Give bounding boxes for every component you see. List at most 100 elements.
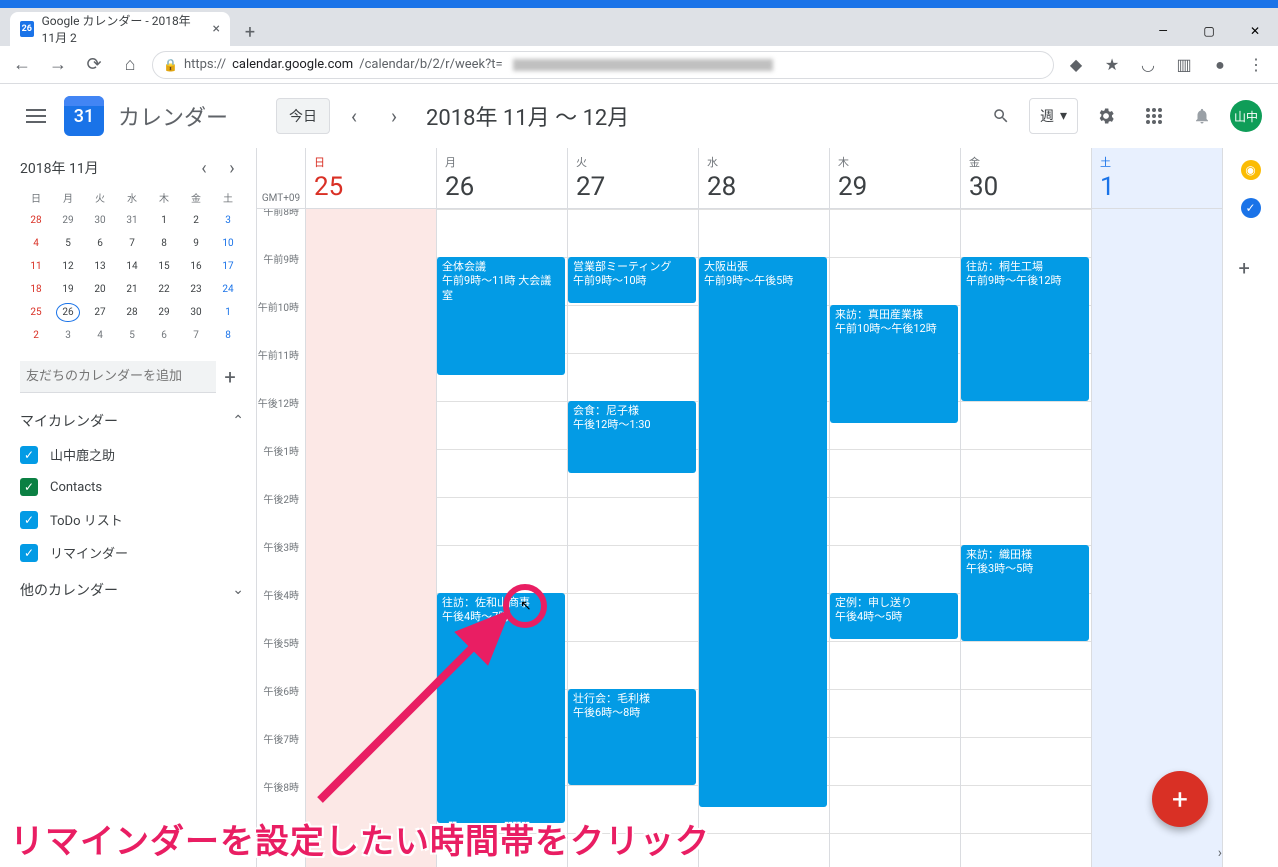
tasks-icon[interactable]: ✓ [1241,198,1261,218]
minical-day[interactable]: 7 [180,324,212,347]
search-icon[interactable] [981,96,1021,136]
user-avatar[interactable]: 山中 [1230,100,1262,132]
minical-day[interactable]: 19 [52,278,84,301]
minical-prev[interactable]: ‹ [192,156,216,180]
forward-button[interactable]: → [44,51,72,79]
minical-day[interactable]: 30 [180,301,212,324]
calendar-event[interactable]: 定例：申し送り午後4時～5時 [830,593,958,639]
minical-day[interactable]: 24 [212,278,244,301]
today-button[interactable]: 今日 [276,98,330,134]
minical-day[interactable]: 13 [84,255,116,278]
calendar-event[interactable]: 会食：尼子様午後12時～1:30 [568,401,696,473]
next-week-button[interactable]: › [378,100,410,132]
checkbox-icon[interactable]: ✓ [20,544,38,562]
close-window-button[interactable]: ✕ [1232,16,1278,46]
minical-day[interactable]: 18 [20,278,52,301]
day-column[interactable] [305,209,436,867]
checkbox-icon[interactable]: ✓ [20,511,38,529]
calendar-item[interactable]: ✓リマインダー [20,543,244,562]
minical-day[interactable]: 1 [212,301,244,324]
day-header[interactable]: 月26 [436,148,567,208]
minical-next[interactable]: › [220,156,244,180]
pocket-icon[interactable]: ◡ [1134,51,1162,79]
minical-day[interactable]: 25 [20,301,52,324]
calendar-event[interactable]: 営業部ミーティング午前9時～10時 [568,257,696,303]
day-column[interactable]: 来訪：真田産業様午前10時～午後12時定例：申し送り午後4時～5時 [829,209,960,867]
minical-day[interactable]: 16 [180,255,212,278]
minical-day[interactable]: 29 [148,301,180,324]
calendar-event[interactable]: 来訪：真田産業様午前10時～午後12時 [830,305,958,423]
checkbox-icon[interactable]: ✓ [20,446,38,464]
minical-day[interactable]: 6 [148,324,180,347]
day-column[interactable] [1091,209,1222,867]
browser-menu-icon[interactable]: ⋮ [1242,51,1270,79]
minical-day[interactable]: 6 [84,232,116,255]
minical-day[interactable]: 8 [212,324,244,347]
day-column[interactable]: 往訪：桐生工場午前9時～午後12時来訪：織田様午後3時～5時 [960,209,1091,867]
minical-day[interactable]: 29 [52,209,84,232]
minical-day[interactable]: 3 [212,209,244,232]
minical-day[interactable]: 28 [116,301,148,324]
minical-day[interactable]: 21 [116,278,148,301]
browser-tab[interactable]: 26 Google カレンダー - 2018年 11月 2 × [10,12,230,46]
calendar-item[interactable]: ✓山中鹿之助 [20,445,244,464]
minical-day[interactable]: 27 [84,301,116,324]
minical-day[interactable]: 7 [116,232,148,255]
day-header[interactable]: 木29 [829,148,960,208]
day-column[interactable]: 大阪出張午前9時～午後5時 [698,209,829,867]
minical-day[interactable]: 23 [180,278,212,301]
panel-icon[interactable]: ▥ [1170,51,1198,79]
mini-calendar[interactable]: 日月火水木金土282930311234567891011121314151617… [20,186,244,347]
chevron-down-icon[interactable]: ⌄ [232,582,244,598]
minical-day[interactable]: 9 [180,232,212,255]
minical-day[interactable]: 12 [52,255,84,278]
day-header[interactable]: 火27 [567,148,698,208]
calendar-event[interactable]: 全体会議午前9時～11時 大会議室 [437,257,565,375]
minical-day[interactable]: 10 [212,232,244,255]
profile-icon[interactable]: ● [1206,51,1234,79]
reload-button[interactable]: ⟳ [80,51,108,79]
day-header[interactable]: 土1 [1091,148,1222,208]
chevron-up-icon[interactable]: ⌃ [232,413,244,429]
minical-day[interactable]: 2 [180,209,212,232]
minimize-button[interactable]: — [1140,16,1186,46]
calendar-event[interactable]: 大阪出張午前9時～午後5時 [699,257,827,807]
minical-day[interactable]: 11 [20,255,52,278]
view-dropdown[interactable]: 週 ▾ [1029,98,1078,134]
calendar-item[interactable]: ✓Contacts [20,478,244,496]
home-button[interactable]: ⌂ [116,51,144,79]
day-header[interactable]: 金30 [960,148,1091,208]
calendar-event[interactable]: 往訪：佐和山商事午後4時～7時 [437,593,565,823]
minical-day[interactable]: 15 [148,255,180,278]
settings-icon[interactable] [1086,96,1126,136]
keep-icon[interactable]: ◉ [1241,160,1261,180]
minical-day[interactable]: 17 [212,255,244,278]
minical-day[interactable]: 20 [84,278,116,301]
day-header[interactable]: 水28 [698,148,829,208]
minical-day[interactable]: 14 [116,255,148,278]
url-input[interactable]: 🔒 https://calendar.google.com/calendar/b… [152,51,1054,79]
minical-day[interactable]: 31 [116,209,148,232]
add-calendar-input[interactable] [20,361,216,393]
minical-day[interactable]: 3 [52,324,84,347]
close-icon[interactable]: × [213,21,220,37]
minical-day[interactable]: 22 [148,278,180,301]
minical-day[interactable]: 4 [84,324,116,347]
minical-day[interactable]: 8 [148,232,180,255]
new-tab-button[interactable]: + [236,18,264,46]
star-icon[interactable]: ★ [1098,51,1126,79]
calendar-event[interactable]: 往訪：桐生工場午前9時～午後12時 [961,257,1089,401]
minical-day[interactable]: 2 [20,324,52,347]
minical-day[interactable]: 5 [52,232,84,255]
add-calendar-button[interactable]: + [216,365,244,389]
menu-icon[interactable] [16,96,56,136]
collapse-rail-button[interactable]: › [1218,845,1222,861]
maximize-button[interactable]: ▢ [1186,16,1232,46]
day-column[interactable]: 営業部ミーティング午前9時～10時会食：尼子様午後12時～1:30壮行会：毛利様… [567,209,698,867]
minical-day[interactable]: 1 [148,209,180,232]
notifications-icon[interactable] [1182,96,1222,136]
calendar-event[interactable]: 来訪：織田様午後3時～5時 [961,545,1089,641]
add-addon-button[interactable]: + [1239,256,1263,280]
minical-day[interactable]: 5 [116,324,148,347]
day-header[interactable]: 日25 [305,148,436,208]
